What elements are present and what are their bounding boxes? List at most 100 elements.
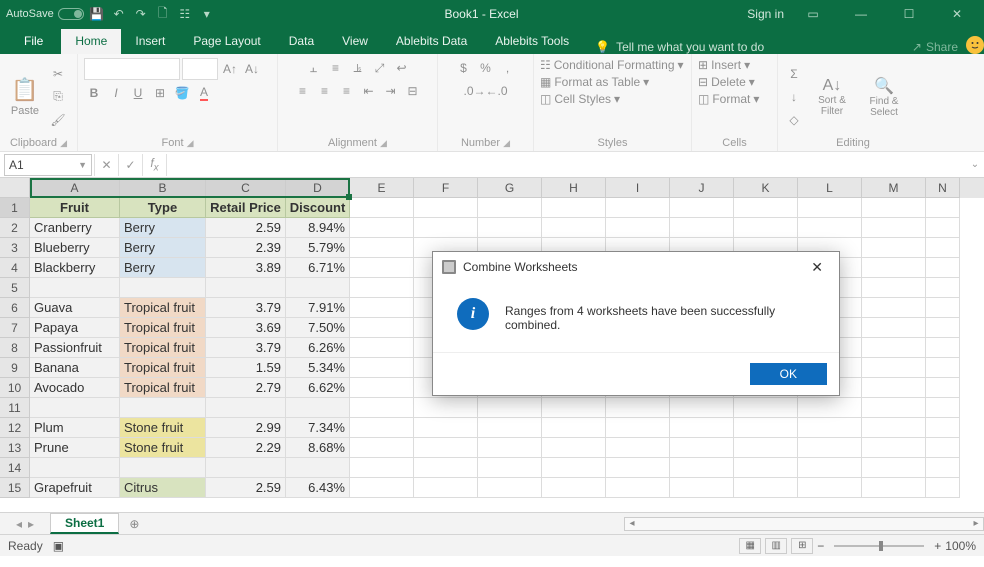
cell[interactable] [734, 458, 798, 478]
row-header[interactable]: 5 [0, 278, 30, 298]
cell[interactable] [862, 378, 926, 398]
view-page-layout-icon[interactable]: ▥ [765, 538, 787, 554]
borders-icon[interactable]: ⊞ [150, 83, 170, 103]
macro-record-icon[interactable]: ▣ [53, 539, 64, 553]
font-size-select[interactable] [182, 58, 218, 80]
cell[interactable]: 2.59 [206, 218, 286, 238]
row-header[interactable]: 8 [0, 338, 30, 358]
chevron-down-icon[interactable]: ▼ [78, 160, 87, 170]
cell[interactable] [798, 398, 862, 418]
cell[interactable] [542, 478, 606, 498]
launcher-icon[interactable]: ◢ [380, 138, 387, 148]
undo-icon[interactable]: ↶ [110, 5, 128, 23]
cell[interactable] [734, 478, 798, 498]
cell[interactable] [798, 458, 862, 478]
cell[interactable]: Citrus [120, 478, 206, 498]
ok-button[interactable]: OK [750, 363, 827, 385]
tab-home[interactable]: Home [61, 29, 121, 54]
cut-icon[interactable]: ✂ [48, 64, 68, 84]
sheet-nav[interactable]: ◂▸ [0, 517, 50, 531]
cell[interactable]: Tropical fruit [120, 298, 206, 318]
cell[interactable] [286, 458, 350, 478]
cell[interactable] [798, 218, 862, 238]
cell[interactable] [926, 218, 960, 238]
cell[interactable]: 2.79 [206, 378, 286, 398]
cell[interactable] [862, 218, 926, 238]
cell[interactable]: Guava [30, 298, 120, 318]
cell[interactable]: 2.99 [206, 418, 286, 438]
cell[interactable] [862, 258, 926, 278]
zoom-level[interactable]: 100% [945, 539, 976, 553]
cell[interactable] [862, 198, 926, 218]
cell[interactable] [862, 438, 926, 458]
cell[interactable] [862, 278, 926, 298]
cell[interactable] [414, 438, 478, 458]
cell-header[interactable]: Discount [286, 198, 350, 218]
cell[interactable] [670, 418, 734, 438]
scroll-left-icon[interactable]: ◂ [625, 518, 639, 529]
cell[interactable] [862, 318, 926, 338]
formula-input[interactable] [166, 154, 966, 176]
cell[interactable] [286, 398, 350, 418]
ribbon-options-icon[interactable]: ▭ [794, 2, 832, 26]
sort-filter-button[interactable]: A↓ Sort & Filter [808, 77, 856, 117]
cell[interactable] [350, 458, 414, 478]
tab-insert[interactable]: Insert [121, 29, 179, 54]
cell[interactable] [926, 278, 960, 298]
cell[interactable] [670, 218, 734, 238]
cell[interactable] [926, 258, 960, 278]
paste-button[interactable]: 📋 Paste [6, 77, 44, 117]
minimize-button[interactable]: — [842, 2, 880, 26]
percent-icon[interactable]: % [476, 58, 496, 78]
cell[interactable] [350, 398, 414, 418]
cell[interactable] [542, 418, 606, 438]
row-header[interactable]: 2 [0, 218, 30, 238]
tab-page-layout[interactable]: Page Layout [179, 29, 274, 54]
cell[interactable] [478, 458, 542, 478]
fx-icon[interactable]: fx [142, 154, 166, 176]
cell[interactable] [862, 418, 926, 438]
launcher-icon[interactable]: ◢ [503, 138, 510, 148]
tell-me-search[interactable]: 💡 Tell me what you want to do [583, 40, 912, 54]
expand-formula-bar-icon[interactable]: ⌄ [966, 159, 984, 170]
cell[interactable] [30, 278, 120, 298]
cell[interactable] [926, 198, 960, 218]
view-page-break-icon[interactable]: ⊞ [791, 538, 813, 554]
cell[interactable]: Papaya [30, 318, 120, 338]
cell[interactable]: Tropical fruit [120, 358, 206, 378]
cell[interactable] [926, 318, 960, 338]
fill-handle[interactable] [346, 194, 352, 200]
cell[interactable]: 2.29 [206, 438, 286, 458]
new-file-icon[interactable]: 🗋 [154, 5, 172, 23]
format-cells-button[interactable]: ◫ Format ▾ [698, 92, 759, 106]
currency-icon[interactable]: $ [454, 58, 474, 78]
cell[interactable]: Passionfruit [30, 338, 120, 358]
cell[interactable] [926, 478, 960, 498]
underline-button[interactable]: U [128, 83, 148, 103]
cell[interactable]: 6.62% [286, 378, 350, 398]
cell[interactable] [478, 478, 542, 498]
cell[interactable]: 8.68% [286, 438, 350, 458]
view-normal-icon[interactable]: ▦ [739, 538, 761, 554]
decrease-font-icon[interactable]: A↓ [242, 59, 262, 79]
save-icon[interactable]: 💾 [88, 5, 106, 23]
cell[interactable]: 3.69 [206, 318, 286, 338]
cell[interactable] [670, 198, 734, 218]
row-header[interactable]: 1 [0, 198, 30, 218]
row-header[interactable]: 12 [0, 418, 30, 438]
cell[interactable]: Tropical fruit [120, 338, 206, 358]
cell[interactable] [670, 398, 734, 418]
cell[interactable]: 7.50% [286, 318, 350, 338]
column-header[interactable]: G [478, 178, 542, 198]
cell[interactable] [542, 438, 606, 458]
cell[interactable] [606, 398, 670, 418]
row-header[interactable]: 11 [0, 398, 30, 418]
tab-data[interactable]: Data [275, 29, 328, 54]
touch-mode-icon[interactable]: ☷ [176, 5, 194, 23]
share-button[interactable]: ↗ Share [912, 40, 966, 54]
zoom-slider[interactable] [834, 545, 924, 547]
cell[interactable]: 7.34% [286, 418, 350, 438]
cell[interactable]: 3.79 [206, 338, 286, 358]
cell[interactable] [862, 338, 926, 358]
cell[interactable] [286, 278, 350, 298]
